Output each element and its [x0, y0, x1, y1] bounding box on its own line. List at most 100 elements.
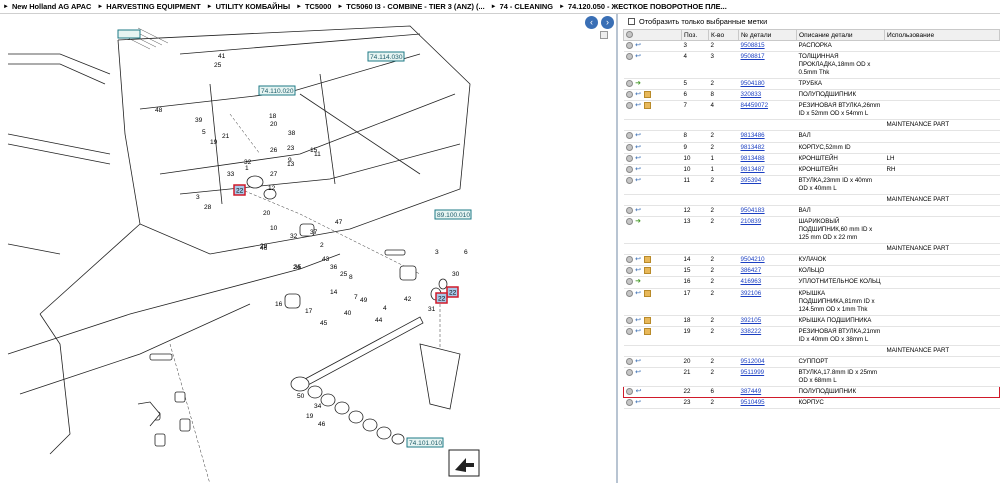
package-icon[interactable]	[643, 316, 651, 324]
callout-number[interactable]: 50	[297, 393, 305, 400]
callout-number[interactable]: 23	[287, 145, 295, 152]
breadcrumb-item[interactable]: ► HARVESTING EQUIPMENT	[97, 2, 200, 11]
table-row[interactable]: ↩ 9 2 9813482 КОРПУС,52mm ID	[623, 142, 1000, 154]
callout-number[interactable]: 7	[354, 294, 358, 301]
export-icon[interactable]	[448, 449, 480, 477]
part-number-link[interactable]: 9504180	[741, 80, 765, 87]
callout-number[interactable]: 36	[330, 264, 338, 271]
selected-callout[interactable]: 22	[446, 286, 459, 298]
zoom-icon[interactable]	[625, 102, 633, 110]
zoom-icon[interactable]	[625, 289, 633, 297]
breadcrumb-item[interactable]: ► UTILITY КОМБАЙНЫ	[207, 2, 290, 11]
callout-number[interactable]: 10	[270, 225, 278, 232]
callout-number[interactable]: 34	[314, 403, 322, 410]
part-number-link[interactable]: 392105	[741, 317, 762, 324]
settings-icon[interactable]	[626, 31, 633, 39]
zoom-icon[interactable]	[625, 53, 633, 61]
zoom-icon[interactable]	[625, 398, 633, 406]
table-row[interactable]: ↩ 15 2 386427 КОЛЬЦО	[623, 265, 1000, 278]
callout-number[interactable]: 19	[306, 413, 314, 420]
zoom-icon[interactable]	[625, 278, 633, 286]
callout-number[interactable]: 39	[195, 117, 203, 124]
add-to-cart-icon[interactable]: ↩	[635, 290, 642, 297]
zoom-icon[interactable]	[625, 357, 633, 365]
part-number-link[interactable]: 9511999	[741, 369, 765, 376]
callout-number[interactable]: 13	[287, 161, 295, 168]
zoom-icon[interactable]	[625, 316, 633, 324]
table-row[interactable]: ↩ 6 8 320833 ПОЛУПОДШИПНИК	[623, 89, 1000, 102]
zoom-icon[interactable]	[625, 91, 633, 99]
add-to-cart-icon[interactable]: ↩	[635, 388, 642, 395]
zoom-icon[interactable]	[625, 176, 633, 184]
add-to-cart-icon[interactable]: ↩	[635, 358, 642, 365]
table-row[interactable]: ↩ 19 2 338222 РЕЗИНОВАЯ ВТУЛКА,21mm ID x 40m…	[623, 326, 1000, 346]
zoom-icon[interactable]	[625, 154, 633, 162]
zoom-icon[interactable]	[625, 42, 633, 49]
part-number-link[interactable]: 9510495	[741, 399, 765, 406]
part-number-link[interactable]: 387449	[741, 388, 762, 395]
zoom-icon[interactable]	[625, 327, 633, 335]
part-number-link[interactable]: 9813488	[741, 155, 765, 162]
table-row[interactable]: ➜ 16 2 416963 УПЛОТНИТЕЛЬНОЕ КОЛЬЦ	[623, 276, 1000, 289]
table-row[interactable]: ↩ 14 2 9504210 КУЛАЧОК	[623, 254, 1000, 267]
zoom-icon[interactable]	[625, 256, 633, 264]
package-icon[interactable]	[643, 256, 651, 264]
table-row[interactable]: ↩ 18 2 392105 КРЫШКА ПОДШИПНИКА	[623, 315, 1000, 327]
callout-number[interactable]: 33	[227, 171, 235, 178]
table-row[interactable]: ↩ 7 4 84459072 РЕЗИНОВАЯ ВТУЛКА,26mm ID x 52…	[623, 100, 1000, 121]
package-icon[interactable]	[643, 289, 651, 297]
part-number-link[interactable]: 416963	[741, 278, 762, 285]
part-number-link[interactable]: 9504183	[741, 207, 765, 214]
add-to-cart-icon[interactable]: ↩	[635, 166, 642, 173]
callout-number[interactable]: 49	[360, 297, 368, 304]
zoom-icon[interactable]	[625, 218, 633, 226]
table-row[interactable]: ↩ 22 6 387449 ПОЛУПОДШИПНИК	[623, 385, 1000, 398]
replaced-part-icon[interactable]: ➜	[635, 80, 642, 87]
callout-number[interactable]: 16	[275, 301, 283, 308]
zoom-icon[interactable]	[625, 143, 633, 151]
add-to-cart-icon[interactable]: ↩	[635, 256, 642, 263]
part-number-link[interactable]: 9813487	[741, 166, 765, 173]
callout-number[interactable]: 29	[260, 243, 268, 250]
callout-number[interactable]: 8	[349, 274, 353, 281]
callout-number[interactable]: 35	[294, 264, 302, 271]
table-row[interactable]: ↩ 3 2 9508815 РАСПОРКА	[623, 40, 1000, 53]
callout-number[interactable]: 6	[464, 249, 468, 256]
callout-number[interactable]: 26	[270, 147, 278, 154]
column-header[interactable]: К-во	[708, 29, 739, 41]
callout-number[interactable]: 37	[310, 229, 318, 236]
reference-tag[interactable]: 89.100.010	[434, 209, 472, 220]
add-to-cart-icon[interactable]: ↩	[635, 42, 642, 49]
callout-number[interactable]: 47	[335, 219, 343, 226]
callout-number[interactable]: 5	[202, 129, 206, 136]
replaced-part-icon[interactable]: ➜	[635, 218, 642, 225]
callout-number[interactable]: 21	[222, 133, 230, 140]
part-number-link[interactable]: 9813486	[741, 132, 765, 139]
callout-number[interactable]: 28	[204, 204, 212, 211]
part-number-link[interactable]: 338222	[741, 328, 762, 335]
callout-number[interactable]: 14	[330, 289, 338, 296]
callout-number[interactable]: 25	[214, 62, 222, 69]
callout-number[interactable]: 38	[288, 130, 296, 137]
add-to-cart-icon[interactable]: ↩	[635, 317, 642, 324]
table-row[interactable]: ↩ 4 3 9508817 ТОЛЩИННАЯ ПРОКЛАДКА,18mm OD x …	[623, 51, 1000, 80]
table-row[interactable]: ➜ 5 2 9504180 ТРУБКА	[623, 78, 1000, 91]
reference-tag[interactable]: 74.110.020	[258, 85, 296, 96]
zoom-icon[interactable]	[625, 368, 633, 376]
zoom-icon[interactable]	[625, 267, 633, 275]
column-header[interactable]: Использование	[884, 29, 1000, 41]
part-number-link[interactable]: 210839	[741, 218, 762, 225]
callout-number[interactable]: 41	[218, 53, 226, 60]
exploded-parts-diagram[interactable]: 74.114.030 74.110.020 89.100.010 74.101.010…	[0, 14, 616, 483]
column-header[interactable]: № детали	[738, 29, 797, 41]
selected-callout[interactable]: 22	[233, 184, 246, 196]
add-to-cart-icon[interactable]: ↩	[635, 177, 642, 184]
callout-number[interactable]: 48	[155, 107, 163, 114]
package-icon[interactable]	[643, 327, 651, 335]
breadcrumb-item[interactable]: ► TC5000	[296, 2, 331, 11]
add-to-cart-icon[interactable]: ↩	[635, 53, 642, 60]
part-number-link[interactable]: 9508817	[741, 53, 765, 60]
table-row[interactable]: ↩ 21 2 9511999 ВТУЛКА,17.8mm ID x 25mm OD x …	[623, 367, 1000, 387]
reference-tag[interactable]: 74.101.010	[406, 437, 444, 448]
part-number-link[interactable]: 84459072	[741, 102, 769, 109]
